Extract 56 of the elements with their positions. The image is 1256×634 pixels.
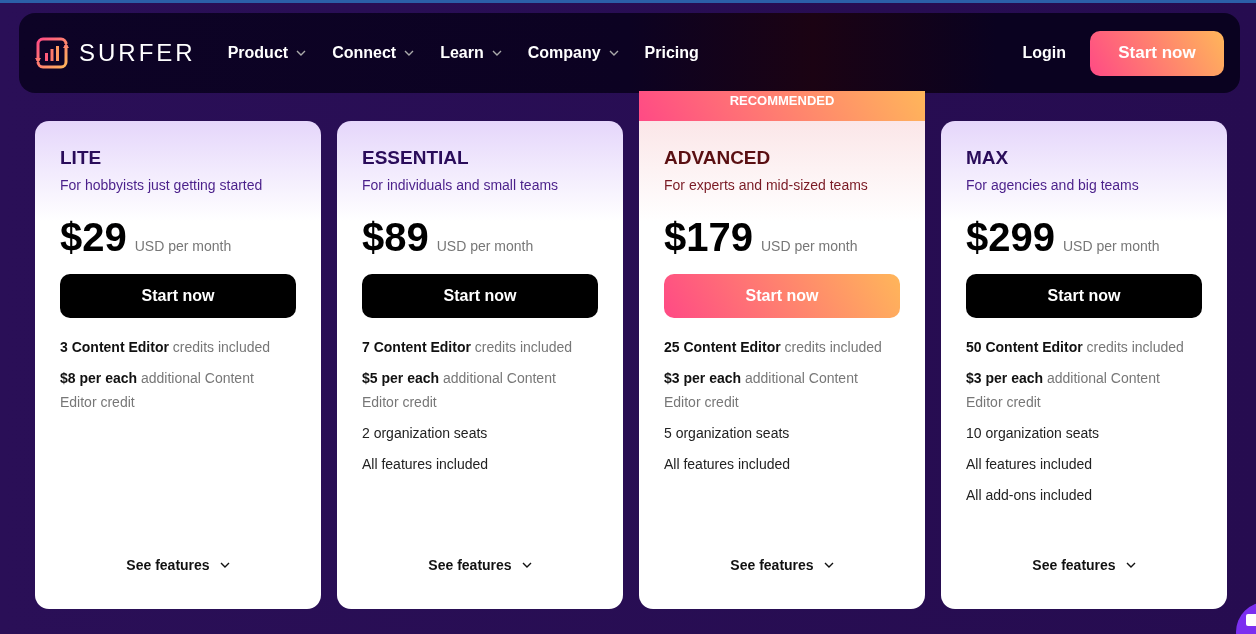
chevron-down-icon bbox=[491, 50, 502, 56]
chevron-down-icon bbox=[521, 562, 532, 568]
feature-text: $3 per each additional Content Editor credit bbox=[966, 369, 1161, 412]
see-features-button[interactable]: See features bbox=[428, 557, 532, 573]
recommended-badge: RECOMMENDED bbox=[639, 91, 925, 121]
price: $179 bbox=[664, 215, 753, 260]
feature-text: All features included bbox=[966, 455, 1094, 474]
feature-text: All add-ons included bbox=[966, 486, 1094, 505]
feature-text: 5 organization seats bbox=[664, 424, 791, 443]
start-now-button[interactable]: Start now bbox=[362, 274, 598, 318]
chevron-down-icon bbox=[1125, 562, 1136, 568]
nav-menu-item[interactable]: Learn bbox=[440, 44, 502, 62]
plan-name: ESSENTIAL bbox=[362, 147, 470, 169]
feature-text: 10 organization seats bbox=[966, 424, 1101, 443]
feature-text: $3 per each additional Content Editor credit bbox=[664, 369, 859, 412]
plan-name: LITE bbox=[60, 147, 103, 169]
see-features-button[interactable]: See features bbox=[126, 557, 230, 573]
plan-name: ADVANCED bbox=[664, 147, 772, 169]
nav-menu-item[interactable]: Pricing bbox=[644, 44, 699, 62]
feature-text: $8 per each additional Content Editor credit bbox=[60, 369, 255, 412]
price-period: USD per month bbox=[761, 238, 858, 254]
chevron-down-icon bbox=[404, 50, 415, 56]
logo-icon bbox=[35, 36, 69, 70]
chevron-down-icon bbox=[608, 50, 619, 56]
feature-text: $5 per each additional Content Editor credit bbox=[362, 369, 557, 412]
chat-icon[interactable] bbox=[1236, 602, 1256, 634]
brand-name: SURFER bbox=[79, 39, 196, 67]
chevron-down-icon bbox=[823, 562, 834, 568]
plan-tagline: For hobbyists just getting started bbox=[60, 177, 264, 193]
feature-text: 50 Content Editor credits included bbox=[966, 338, 1185, 357]
plan-tagline: For experts and mid-sized teams bbox=[664, 177, 869, 193]
feature-text: All features included bbox=[362, 455, 490, 474]
feature-text: 3 Content Editor credits included bbox=[60, 338, 272, 357]
feature-text: 2 organization seats bbox=[362, 424, 489, 443]
start-now-button[interactable]: Start now bbox=[966, 274, 1202, 318]
feature-text: All features included bbox=[664, 455, 792, 474]
price: $29 bbox=[60, 215, 127, 260]
plan-name: MAX bbox=[966, 147, 1010, 169]
nav-menu-item[interactable]: Company bbox=[527, 44, 619, 62]
price-period: USD per month bbox=[436, 238, 534, 254]
price: $299 bbox=[966, 215, 1055, 260]
see-features-button[interactable]: See features bbox=[730, 557, 834, 573]
see-features-button[interactable]: See features bbox=[1032, 557, 1136, 573]
start-now-button[interactable]: Start now bbox=[60, 274, 296, 318]
price: $89 bbox=[362, 215, 429, 260]
login-link[interactable]: Login bbox=[1022, 44, 1066, 62]
feature-text: 7 Content Editor credits included bbox=[362, 338, 574, 357]
feature-text: 25 Content Editor credits included bbox=[664, 338, 883, 357]
nav-menu-item[interactable]: Connect bbox=[332, 44, 415, 62]
price-period: USD per month bbox=[1063, 238, 1160, 254]
chevron-down-icon bbox=[296, 50, 307, 56]
plan-tagline: For individuals and small teams bbox=[362, 177, 560, 193]
plan-tagline: For agencies and big teams bbox=[966, 177, 1140, 193]
price-period: USD per month bbox=[134, 238, 232, 254]
chevron-down-icon bbox=[219, 562, 230, 568]
nav-menu-item[interactable]: Product bbox=[227, 44, 307, 62]
